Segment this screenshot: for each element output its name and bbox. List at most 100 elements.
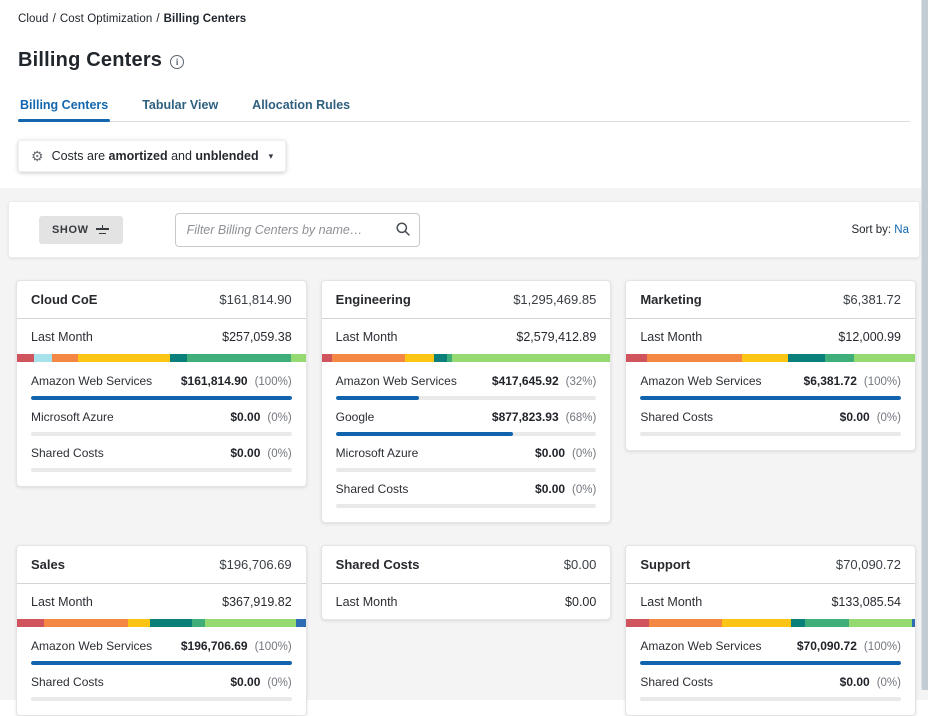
bar-segment xyxy=(649,619,721,627)
provider-row: Google$877,823.93(68%) xyxy=(336,400,597,436)
provider-amount: $161,814.90 xyxy=(181,374,248,388)
card-header: Sales $196,706.69 xyxy=(17,546,306,584)
provider-row: Amazon Web Services$196,706.69(100%) xyxy=(31,629,292,665)
card-total: $0.00 xyxy=(564,557,597,572)
bar-segment xyxy=(322,354,332,362)
bar-segment xyxy=(52,354,78,362)
card-title[interactable]: Sales xyxy=(31,557,65,572)
costs-settings-dropdown[interactable]: ⚙ Costs are amortized and unblended ▾ xyxy=(18,140,286,172)
sort-by-link[interactable]: Na xyxy=(894,224,909,236)
last-month-value: $257,059.38 xyxy=(222,330,292,344)
provider-name: Google xyxy=(336,410,375,424)
bar-segment xyxy=(296,619,306,627)
card-title[interactable]: Support xyxy=(640,557,690,572)
filter-icon xyxy=(96,225,110,234)
provider-row: Shared Costs$0.00(0%) xyxy=(31,436,292,472)
provider-percent: (0%) xyxy=(877,677,901,689)
breadcrumb-cloud[interactable]: Cloud xyxy=(18,13,49,25)
bar-segment xyxy=(722,619,791,627)
bar-segment xyxy=(205,619,296,627)
last-month-row: Last Month $367,919.82 xyxy=(17,584,306,619)
provider-row: Microsoft Azure$0.00(0%) xyxy=(336,436,597,472)
tab-tabular-view[interactable]: Tabular View xyxy=(140,94,220,121)
search-icon[interactable] xyxy=(395,221,411,242)
billing-center-card[interactable]: Engineering $1,295,469.85 Last Month$2,579… xyxy=(321,280,612,523)
last-month-label: Last Month xyxy=(640,330,702,344)
provider-percent: (100%) xyxy=(255,376,292,388)
provider-row: Amazon Web Services$161,814.90(100%) xyxy=(31,364,292,400)
provider-amount: $70,090.72 xyxy=(797,639,857,653)
allocation-bar xyxy=(322,354,611,362)
gear-icon: ⚙ xyxy=(31,149,44,163)
last-month-row: Last Month$2,579,412.89 xyxy=(322,319,611,354)
provider-progress xyxy=(640,432,901,436)
card-header: Support$70,090.72 xyxy=(626,546,915,584)
card-title[interactable]: Cloud CoE xyxy=(31,292,97,307)
provider-amount: $877,823.93 xyxy=(492,410,559,424)
breadcrumb: Cloud/Cost Optimization/Billing Centers xyxy=(18,13,910,25)
bar-segment xyxy=(791,619,805,627)
allocation-bar xyxy=(626,354,915,362)
card-total: $1,295,469.85 xyxy=(513,292,596,307)
bar-segment xyxy=(626,354,646,362)
last-month-value: $2,579,412.89 xyxy=(516,330,596,344)
provider-amount: $0.00 xyxy=(840,675,870,689)
card-title[interactable]: Shared Costs xyxy=(336,557,420,572)
provider-percent: (0%) xyxy=(267,448,291,460)
last-month-row: Last Month $0.00 xyxy=(322,584,611,619)
card-title[interactable]: Marketing xyxy=(640,292,701,307)
provider-percent: (0%) xyxy=(267,412,291,424)
provider-row: Microsoft Azure$0.00(0%) xyxy=(31,400,292,436)
bar-segment xyxy=(825,354,854,362)
provider-row: Shared Costs$0.00(0%) xyxy=(640,400,901,436)
provider-name: Amazon Web Services xyxy=(640,639,761,653)
last-month-value: $0.00 xyxy=(565,595,596,609)
info-icon[interactable]: i xyxy=(170,55,184,69)
bar-segment xyxy=(647,354,742,362)
provider-percent: (32%) xyxy=(566,376,597,388)
provider-list: Amazon Web Services$6,381.72(100%)Shared… xyxy=(626,362,915,450)
bar-segment xyxy=(17,619,44,627)
billing-center-card[interactable]: Sales $196,706.69 Last Month $367,919.82 Ama… xyxy=(16,545,307,716)
search-input[interactable] xyxy=(175,213,420,247)
page-title: Billing Centers xyxy=(18,49,162,72)
provider-amount: $0.00 xyxy=(230,675,260,689)
provider-progress xyxy=(31,697,292,701)
provider-name: Shared Costs xyxy=(31,446,104,460)
last-month-row: Last Month$133,085.54 xyxy=(626,584,915,619)
tab-billing-centers[interactable]: Billing Centers xyxy=(18,94,110,121)
provider-amount: $6,381.72 xyxy=(804,374,857,388)
show-filters-button[interactable]: SHOW xyxy=(39,216,123,244)
provider-list: Amazon Web Services$196,706.69(100%)Shar… xyxy=(17,627,306,715)
billing-center-card[interactable]: Support$70,090.72Last Month$133,085.54Am… xyxy=(625,545,916,716)
card-total: $196,706.69 xyxy=(219,557,291,572)
billing-centers-grid: Cloud CoE $161,814.90 Last Month $257,059.3… xyxy=(8,258,920,716)
last-month-row: Last Month$12,000.99 xyxy=(626,319,915,354)
provider-name: Amazon Web Services xyxy=(31,639,152,653)
card-header: Shared Costs $0.00 xyxy=(322,546,611,584)
card-title[interactable]: Engineering xyxy=(336,292,411,307)
provider-amount: $417,645.92 xyxy=(492,374,559,388)
costs-toggle-text: Costs are amortized and unblended xyxy=(52,149,259,163)
last-month-value: $367,919.82 xyxy=(222,595,292,609)
bar-segment xyxy=(332,354,406,362)
billing-center-card[interactable]: Marketing $6,381.72 Last Month$12,000.99 Am… xyxy=(625,280,916,451)
last-month-label: Last Month xyxy=(31,595,93,609)
bar-segment xyxy=(128,619,150,627)
breadcrumb-cost-optimization[interactable]: Cost Optimization xyxy=(60,13,152,25)
tab-allocation-rules[interactable]: Allocation Rules xyxy=(250,94,352,121)
card-total: $161,814.90 xyxy=(219,292,291,307)
last-month-label: Last Month xyxy=(640,595,702,609)
provider-progress xyxy=(640,697,901,701)
billing-center-card[interactable]: Shared Costs $0.00 Last Month $0.00 xyxy=(321,545,612,620)
provider-percent: (0%) xyxy=(572,448,596,460)
provider-row: Amazon Web Services$70,090.72(100%) xyxy=(640,629,901,665)
billing-center-card[interactable]: Cloud CoE$161,814.90Last Month$257,059.3… xyxy=(16,280,307,487)
provider-amount: $0.00 xyxy=(535,482,565,496)
bar-segment xyxy=(788,354,826,362)
bar-segment xyxy=(78,354,170,362)
bar-segment xyxy=(912,619,915,627)
viewport-edge-strip xyxy=(921,0,928,690)
last-month-label: Last Month xyxy=(336,595,398,609)
provider-list: Amazon Web Services$70,090.72(100%)Share… xyxy=(626,627,915,715)
